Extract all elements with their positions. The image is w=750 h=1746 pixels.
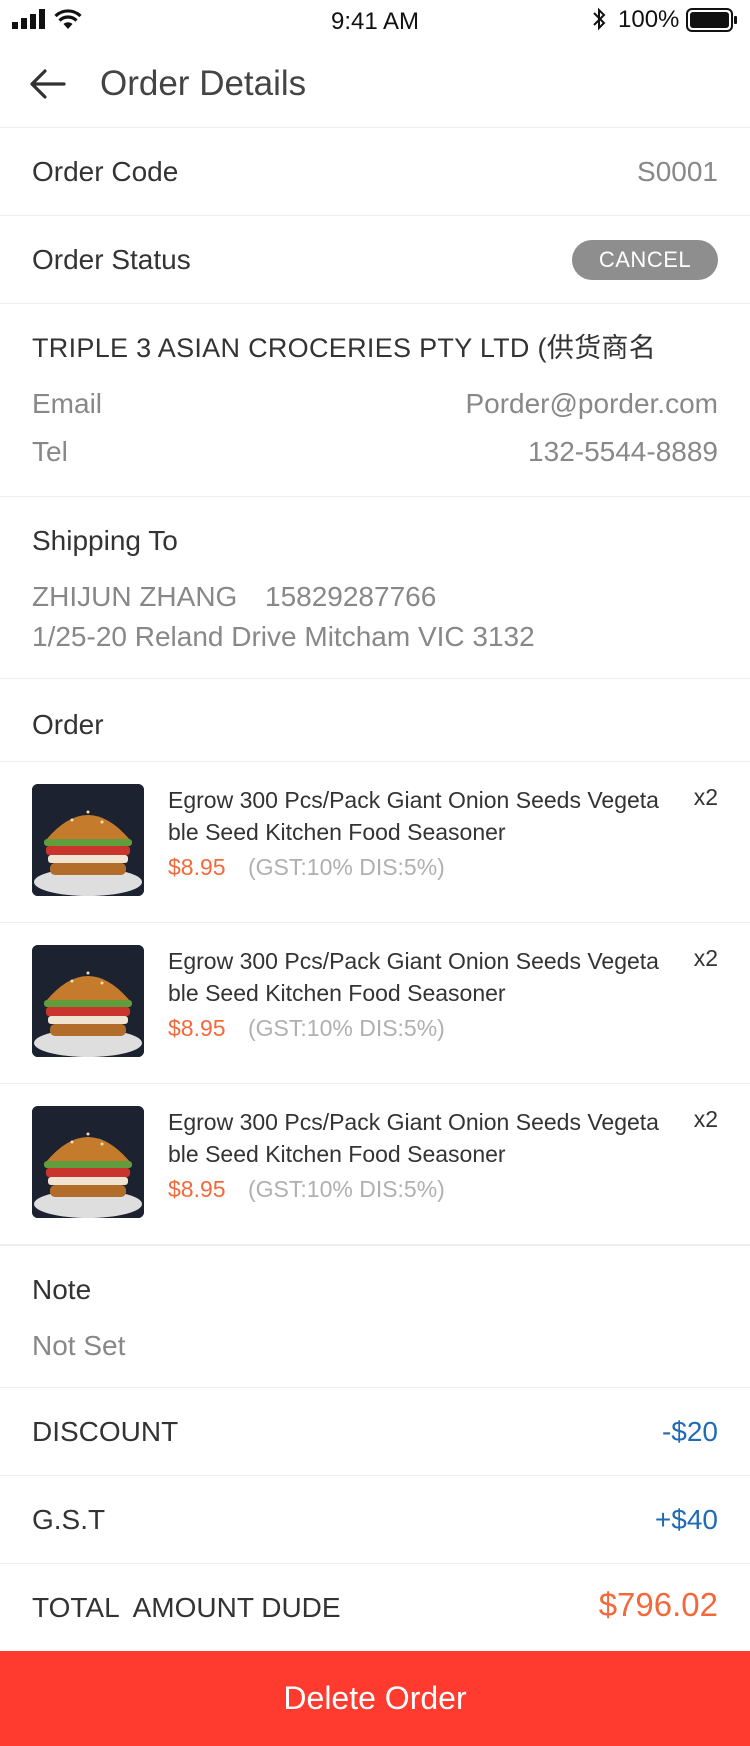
order-item[interactable]: Egrow 300 Pcs/Pack Giant Onion Seeds Veg…	[0, 923, 750, 1084]
total-value: $796.02	[598, 1586, 718, 1623]
supplier-email[interactable]: Porder@porder.com	[465, 388, 718, 420]
supplier-section: TRIPLE 3 ASIAN CROCERIES PTY LTD (供货商名 E…	[0, 304, 750, 497]
item-quantity: x2	[693, 945, 718, 971]
battery-icon	[686, 8, 737, 32]
order-header: Order	[0, 679, 750, 762]
order-code-label: Order Code	[32, 156, 179, 187]
shipping-address: 1/25-20 Reland Drive Mitcham VIC 3132	[32, 621, 535, 652]
gst-row: G.S.T +$40	[0, 1476, 750, 1564]
arrow-left-icon[interactable]	[28, 64, 68, 104]
order-item[interactable]: Egrow 300 Pcs/Pack Giant Onion Seeds Veg…	[0, 1084, 750, 1245]
item-price: $8.95	[168, 1015, 226, 1041]
item-quantity: x2	[693, 784, 718, 810]
shipping-phone: 15829287766	[265, 581, 437, 612]
supplier-tel[interactable]: 132-5544-8889	[528, 436, 718, 468]
item-name: Egrow 300 Pcs/Pack Giant Onion Seeds Veg…	[168, 787, 659, 845]
battery-percent: 100%	[618, 6, 680, 33]
delete-order-button[interactable]: Delete Order	[0, 1651, 750, 1746]
burger-image	[32, 784, 144, 896]
app-header: Order Details	[0, 40, 750, 128]
discount-row: DISCOUNT -$20	[0, 1388, 750, 1476]
item-name: Egrow 300 Pcs/Pack Giant Onion Seeds Veg…	[168, 1109, 659, 1167]
total-label: TOTAL AMOUNT DUDE	[32, 1592, 341, 1623]
order-item[interactable]: Egrow 300 Pcs/Pack Giant Onion Seeds Veg…	[0, 762, 750, 923]
discount-label: DISCOUNT	[32, 1416, 179, 1447]
discount-value: -$20	[661, 1416, 718, 1447]
order-code-value: S0001	[637, 156, 718, 187]
note-section: Note Not Set	[0, 1245, 750, 1388]
shipping-recipient: ZHIJUN ZHANG	[32, 581, 238, 612]
order-code-row: Order Code S0001	[0, 128, 750, 216]
order-status-label: Order Status	[32, 244, 191, 275]
burger-image	[32, 1106, 144, 1218]
total-row: TOTAL AMOUNT DUDE $796.02	[0, 1564, 750, 1651]
shipping-title: Shipping To	[32, 525, 178, 556]
status-bar: 9:41 AM 100%	[0, 0, 750, 40]
burger-image	[32, 945, 144, 1057]
product-thumbnail	[32, 1106, 144, 1218]
item-tax: (GST:10% DIS:5%)	[248, 854, 445, 880]
item-price: $8.95	[168, 854, 226, 880]
item-price: $8.95	[168, 1176, 226, 1202]
note-value: Not Set	[32, 1330, 126, 1361]
product-thumbnail	[32, 784, 144, 896]
note-title: Note	[32, 1274, 92, 1305]
item-name: Egrow 300 Pcs/Pack Giant Onion Seeds Veg…	[168, 948, 659, 1006]
order-status-row: Order Status CANCEL	[0, 216, 750, 304]
product-thumbnail	[32, 945, 144, 1057]
bluetooth-icon	[593, 7, 606, 31]
status-badge: CANCEL	[572, 240, 718, 280]
shipping-section: Shipping To ZHIJUN ZHANG 15829287766 1/2…	[0, 497, 750, 679]
tel-label: Tel	[32, 436, 68, 467]
gst-label: G.S.T	[32, 1504, 106, 1535]
item-tax: (GST:10% DIS:5%)	[248, 1015, 445, 1041]
supplier-name: TRIPLE 3 ASIAN CROCERIES PTY LTD (供货商名	[32, 333, 657, 363]
item-tax: (GST:10% DIS:5%)	[248, 1176, 445, 1202]
page-title: Order Details	[100, 64, 307, 103]
item-quantity: x2	[693, 1106, 718, 1132]
email-label: Email	[32, 388, 103, 419]
gst-value: +$40	[654, 1504, 718, 1535]
order-title: Order	[32, 709, 104, 740]
